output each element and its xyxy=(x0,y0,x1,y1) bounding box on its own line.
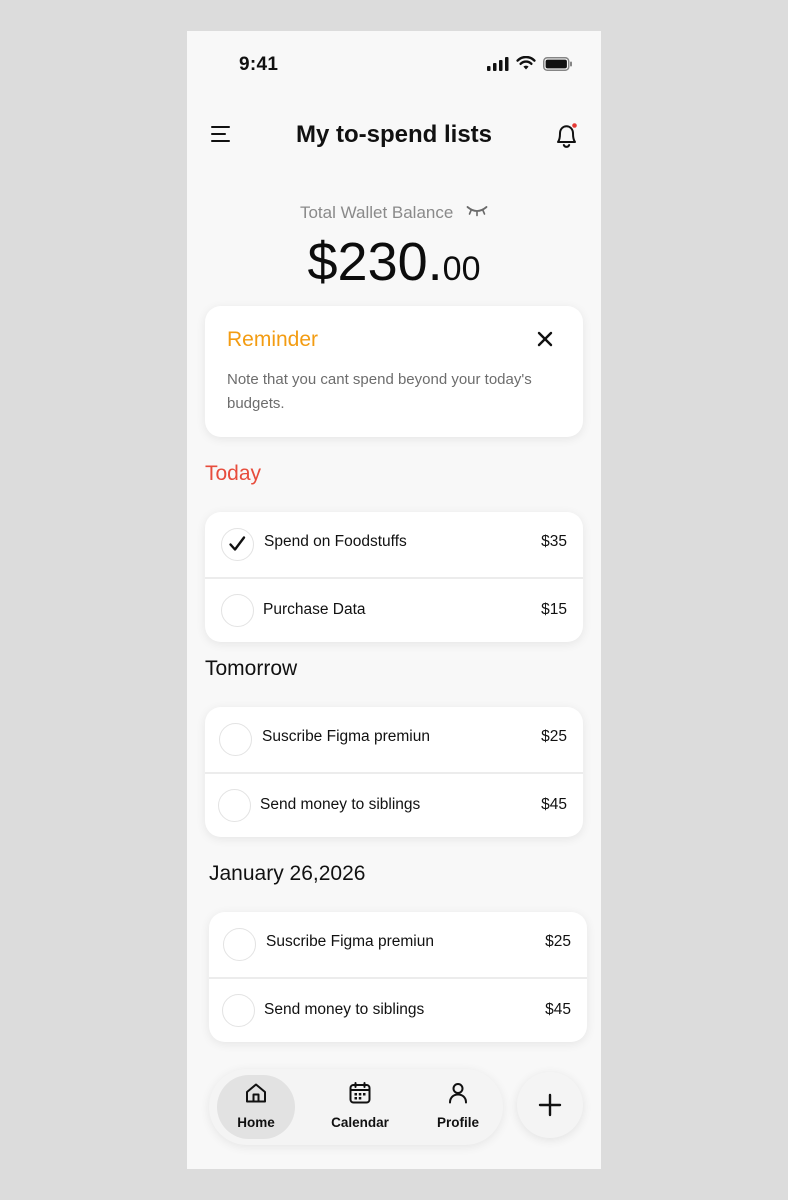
wallet-balance-label-text: Total Wallet Balance xyxy=(299,203,454,222)
nav-label: Home xyxy=(237,1115,275,1130)
tomorrow-list-card: Suscribe Figma premiun $25 Send money to… xyxy=(205,707,583,837)
date-list-card: Suscribe Figma premiun $25 Send money to… xyxy=(209,912,587,1042)
bell-icon xyxy=(557,123,577,148)
item-amount: $25 xyxy=(545,933,571,950)
list-item[interactable]: Purchase Data $15 xyxy=(205,577,583,642)
item-checkbox[interactable] xyxy=(221,594,254,627)
item-label: Suscribe Figma premiun xyxy=(266,933,434,950)
nav-item-profile[interactable]: Profile xyxy=(423,1075,493,1139)
reminder-text: Note that you cant spend beyond your tod… xyxy=(227,371,532,412)
section-title-tomorrow: Tomorrow xyxy=(205,657,298,680)
item-amount: $45 xyxy=(545,1001,571,1018)
plus-icon xyxy=(538,1093,562,1117)
item-checkbox[interactable] xyxy=(222,994,255,1027)
home-icon xyxy=(246,1083,266,1103)
item-label: Suscribe Figma premiun xyxy=(262,728,430,745)
wallet-balance-label: Total Wallet Balance xyxy=(187,203,601,223)
profile-icon xyxy=(449,1083,467,1104)
checkmark-icon xyxy=(229,536,246,551)
wifi-icon xyxy=(516,56,536,70)
nav-item-calendar[interactable]: Calendar xyxy=(319,1075,401,1139)
item-label: Spend on Foodstuffs xyxy=(264,533,407,550)
nav-label: Profile xyxy=(436,1115,479,1130)
calendar-icon xyxy=(349,1082,371,1104)
page-title: My to-spend lists xyxy=(295,121,493,148)
eye-closed-icon xyxy=(466,206,488,217)
item-label: Send money to siblings xyxy=(260,796,421,813)
notifications-button[interactable] xyxy=(553,121,581,151)
item-amount: $15 xyxy=(541,601,567,618)
reminder-close-button[interactable] xyxy=(535,329,555,349)
nav-item-home[interactable]: Home xyxy=(217,1075,295,1139)
item-label: Purchase Data xyxy=(263,601,366,618)
nav-label: Calendar xyxy=(331,1115,389,1130)
section-title-date: January 26,2026 xyxy=(209,862,366,885)
close-icon xyxy=(537,331,553,347)
item-label: Send money to siblings xyxy=(264,1001,425,1018)
item-amount: $25 xyxy=(541,728,567,745)
notification-dot xyxy=(572,123,577,128)
reminder-title: Reminder xyxy=(227,328,319,351)
list-item[interactable]: Suscribe Figma premiun $25 xyxy=(205,707,583,772)
item-checkbox[interactable] xyxy=(223,928,256,961)
item-checkbox[interactable] xyxy=(219,723,252,756)
wallet-balance-amount: $230.00 xyxy=(187,231,601,293)
balance-amount-cents: 00 xyxy=(442,250,481,288)
reminder-card: Reminder Note that you cant spend beyond… xyxy=(205,306,583,437)
battery-icon xyxy=(543,56,572,71)
hide-balance-toggle[interactable] xyxy=(466,202,488,222)
phone-screen: 9:41 My to-spend lists Total Wallet Bala… xyxy=(187,31,601,1169)
balance-amount-main: $230. xyxy=(307,232,443,292)
today-list-card: Spend on Foodstuffs $35 Purchase Data $1… xyxy=(205,512,583,642)
list-item[interactable]: Send money to siblings $45 xyxy=(209,977,587,1042)
list-item[interactable]: Spend on Foodstuffs $35 xyxy=(205,512,583,577)
status-time: 9:41 xyxy=(239,54,279,75)
list-item[interactable]: Suscribe Figma premiun $25 xyxy=(209,912,587,977)
cellular-signal-icon xyxy=(487,56,509,71)
item-checkbox[interactable] xyxy=(221,528,254,561)
list-item[interactable]: Send money to siblings $45 xyxy=(205,772,583,837)
bottom-nav: Home Calendar Profile xyxy=(209,1069,503,1145)
add-item-button[interactable] xyxy=(517,1072,583,1138)
section-title-today: Today xyxy=(205,462,262,485)
status-icons xyxy=(487,56,573,71)
item-amount: $45 xyxy=(541,796,567,813)
item-checkbox[interactable] xyxy=(218,789,251,822)
item-amount: $35 xyxy=(541,533,567,550)
